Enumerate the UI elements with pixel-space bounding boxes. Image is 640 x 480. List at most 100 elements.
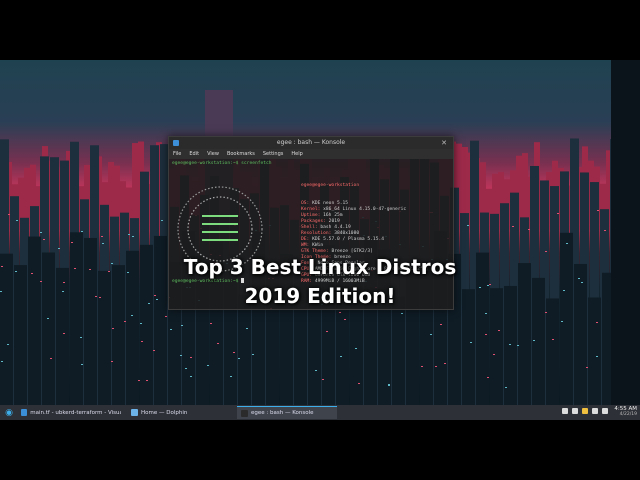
window-light [190, 357, 192, 358]
updates-icon[interactable] [582, 408, 588, 414]
menu-bookmarks[interactable]: Bookmarks [227, 149, 255, 159]
foreground-building [588, 297, 601, 405]
window-light [505, 387, 507, 388]
window-light [517, 345, 519, 346]
window-light [8, 214, 10, 215]
menu-file[interactable]: File [173, 149, 181, 159]
menu-view[interactable]: View [207, 149, 219, 159]
window-light [40, 232, 42, 233]
info-value: KDE 5.57.0 / Plasma 5.15.4 [309, 237, 384, 242]
window-light [63, 333, 65, 334]
clock[interactable]: 4:55 AM 4/22/19 [614, 406, 637, 418]
window-light [80, 337, 82, 338]
window-light [340, 356, 342, 357]
window-light [401, 313, 403, 314]
window-light [421, 366, 423, 367]
clipboard-icon[interactable] [592, 408, 598, 414]
task-label: egee : bash — Konsole [251, 410, 314, 416]
foreground-building [392, 296, 405, 405]
network-icon[interactable] [562, 408, 568, 414]
window-light [1, 361, 3, 362]
window-light [528, 229, 530, 230]
info-key: Kernel: [301, 207, 321, 212]
window-light [561, 321, 563, 322]
window-light [596, 356, 598, 357]
app-icon [131, 409, 138, 416]
task-label: main.tf - ubkerd-terraform - Visual ... [30, 409, 121, 416]
window-light [230, 376, 232, 377]
info-key: Uptime: [301, 213, 321, 218]
window-light [132, 236, 134, 237]
info-value: x86_64 Linux 4.15.0-47-generic [320, 207, 407, 212]
window-light [233, 352, 235, 353]
close-icon[interactable]: ✕ [441, 137, 447, 149]
info-key: Resolution: [301, 231, 332, 236]
video-title-line2: 2019 Edition! [244, 284, 396, 308]
info-key: GTK Theme: [301, 249, 329, 254]
taskbar-task[interactable]: egee : bash — Konsole [237, 406, 337, 419]
window-light [71, 242, 73, 243]
window-light [111, 361, 113, 362]
taskbar-task[interactable]: Home — Dolphin [127, 406, 235, 419]
window-light [207, 365, 209, 366]
konsole-app-icon [173, 140, 179, 146]
app-icon [241, 409, 248, 417]
info-value: KDE neon 5.15 [309, 201, 349, 206]
window-light [170, 329, 172, 330]
application-launcher-icon[interactable]: ◉ [3, 407, 15, 419]
window-light [153, 350, 155, 351]
window-light [43, 239, 45, 240]
menu-settings[interactable]: Settings [263, 149, 284, 159]
window-light [604, 230, 606, 231]
window-light [485, 313, 487, 314]
foreground-building [238, 294, 251, 405]
konsole-titlebar[interactable]: egee : bash — Konsole ✕ [169, 137, 453, 149]
info-value: KWin [309, 243, 324, 248]
menu-help[interactable]: Help [291, 149, 302, 159]
window-light [339, 312, 341, 313]
window-light [358, 383, 360, 384]
window-light [512, 226, 514, 227]
right-dark-building [611, 60, 640, 405]
window-light [444, 363, 446, 364]
window-light [498, 330, 500, 331]
window-light [185, 368, 187, 369]
window-light [112, 328, 114, 329]
window-light [485, 334, 487, 335]
window-light [597, 210, 599, 211]
window-light [165, 316, 167, 317]
window-light [470, 342, 472, 343]
window-light [344, 319, 346, 320]
window-light [210, 323, 212, 324]
taskbar-task[interactable]: main.tf - ubkerd-terraform - Visual ... [17, 406, 125, 419]
info-value: Breeze [GTK2/3] [328, 249, 373, 254]
window-light [16, 220, 18, 221]
window-light [355, 348, 357, 349]
window-light [40, 281, 42, 282]
window-light [81, 231, 83, 232]
window-light [58, 248, 60, 249]
info-value: 3840x1080 [331, 231, 360, 236]
task-label: Home — Dolphin [141, 409, 188, 416]
window-light [533, 340, 535, 341]
window-light [246, 328, 248, 329]
window-light [47, 318, 49, 319]
window-light [124, 321, 126, 322]
clock-date: 4/22/19 [619, 412, 637, 417]
info-header: egee@egee-workstation [301, 183, 360, 188]
menu-edit[interactable]: Edit [189, 149, 199, 159]
window-light [322, 379, 324, 380]
window-light [545, 251, 547, 252]
notifications-icon[interactable] [602, 408, 608, 414]
window-light [388, 385, 390, 386]
window-light [63, 282, 65, 283]
window-light [509, 344, 511, 345]
info-key: Packages: [301, 219, 326, 224]
letterbox-top [0, 0, 640, 60]
volume-icon[interactable] [572, 408, 578, 414]
window-light [161, 220, 163, 221]
window-light [315, 370, 317, 371]
window-light [440, 324, 442, 325]
window-light [252, 354, 254, 355]
window-light [493, 354, 495, 355]
